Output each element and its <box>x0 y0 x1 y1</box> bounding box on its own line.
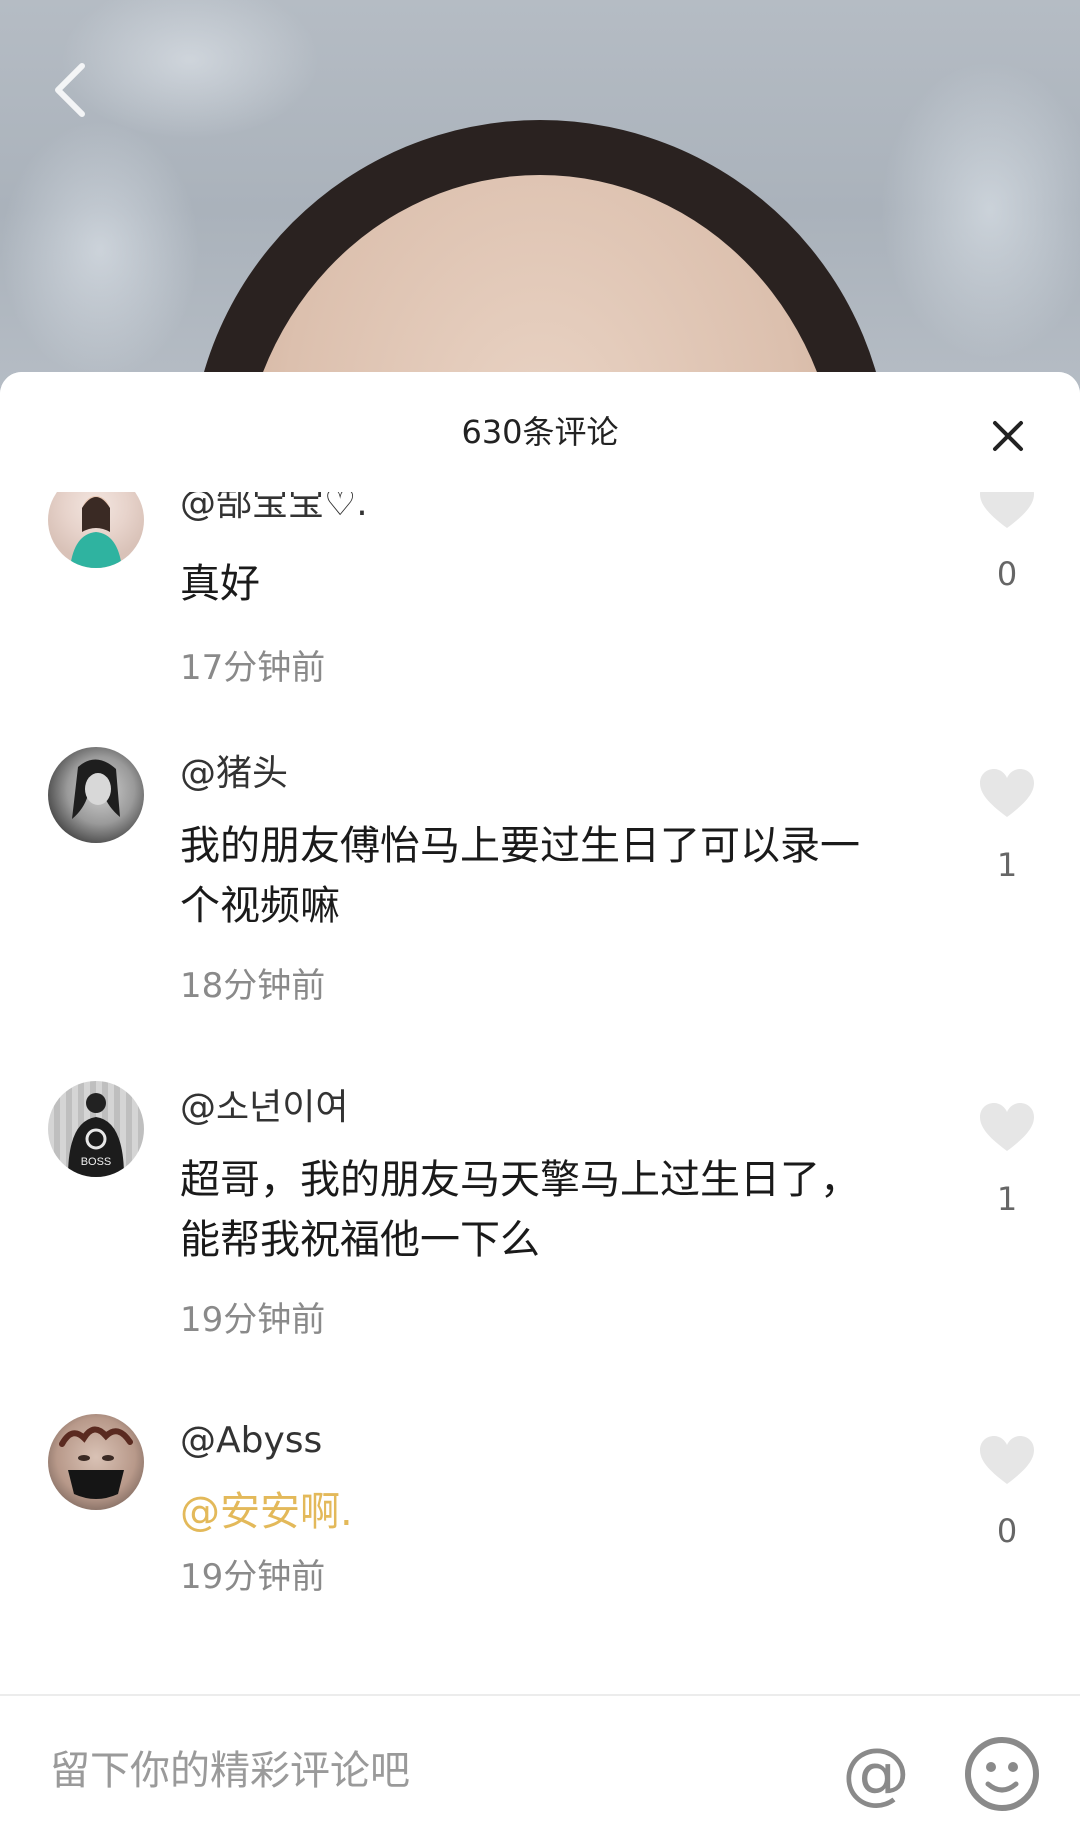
heart-icon[interactable] <box>978 767 1036 819</box>
comment-username[interactable]: @郜宝宝♡. <box>180 492 368 526</box>
comment-item: @猪头 我的朋友傅怡马上要过生日了可以录一个视频嘛 18分钟前 1 <box>0 747 1080 1047</box>
like-count: 0 <box>996 1512 1018 1550</box>
comment-text: 超哥，我的朋友马天擎马上过生日了，能帮我祝福他一下么 <box>180 1157 860 1263</box>
heart-icon[interactable] <box>978 1434 1036 1486</box>
comment-timestamp: 19分钟前 <box>180 1300 326 1340</box>
comments-count-title: 630条评论 <box>461 413 619 451</box>
heart-icon[interactable] <box>978 1101 1036 1153</box>
like-count: 1 <box>996 1180 1018 1218</box>
comment-username[interactable]: @Abyss <box>180 1419 322 1463</box>
comment-timestamp: 18分钟前 <box>180 966 326 1006</box>
comment-text: 真好 <box>180 561 260 607</box>
comment-timestamp: 19分钟前 <box>180 1557 326 1597</box>
comments-header: 630条评论 <box>0 372 1080 492</box>
avatar[interactable] <box>48 1414 144 1510</box>
like-count: 0 <box>996 555 1018 593</box>
heart-icon[interactable] <box>978 492 1036 530</box>
comment-text[interactable]: @安安啊. <box>180 1482 880 1542</box>
comment-item: @Abyss @安安啊. 19分钟前 0 <box>0 1414 1080 1674</box>
avatar[interactable] <box>48 492 144 568</box>
comment-username[interactable]: @소년이여 <box>180 1086 348 1130</box>
like-count: 1 <box>996 846 1018 884</box>
emoji-icon[interactable] <box>962 1734 1042 1814</box>
comment-item: @郜宝宝♡. 真好 17分钟前 0 <box>0 492 1080 740</box>
comments-sheet: 630条评论 @郜宝宝♡. 真好 17分钟前 0 @猪头 我的朋友傅怡马上要过生… <box>0 372 1080 1848</box>
avatar[interactable]: BOSS <box>48 1081 144 1177</box>
mention-button[interactable]: @ <box>838 1736 914 1812</box>
comment-text: 我的朋友傅怡马上要过生日了可以录一个视频嘛 <box>180 823 860 929</box>
avatar[interactable] <box>48 747 144 843</box>
chevron-left-icon <box>55 63 85 117</box>
comment-timestamp: 17分钟前 <box>180 648 326 688</box>
comment-input-bar: 留下你的精彩评论吧 @ <box>0 1694 1080 1848</box>
comment-username[interactable]: @猪头 <box>180 752 288 796</box>
comment-list[interactable]: @郜宝宝♡. 真好 17分钟前 0 @猪头 我的朋友傅怡马上要过生日了可以录一个… <box>0 492 1080 1694</box>
close-button[interactable] <box>980 408 1036 464</box>
close-icon <box>993 421 1023 451</box>
svg-text:BOSS: BOSS <box>81 1156 112 1168</box>
at-icon: @ <box>842 1734 910 1813</box>
comment-item: BOSS @소년이여 超哥，我的朋友马天擎马上过生日了，能帮我祝福他一下么 19… <box>0 1081 1080 1381</box>
comment-input[interactable]: 留下你的精彩评论吧 <box>50 1746 410 1796</box>
back-button[interactable] <box>40 55 100 125</box>
video-background <box>0 0 1080 420</box>
